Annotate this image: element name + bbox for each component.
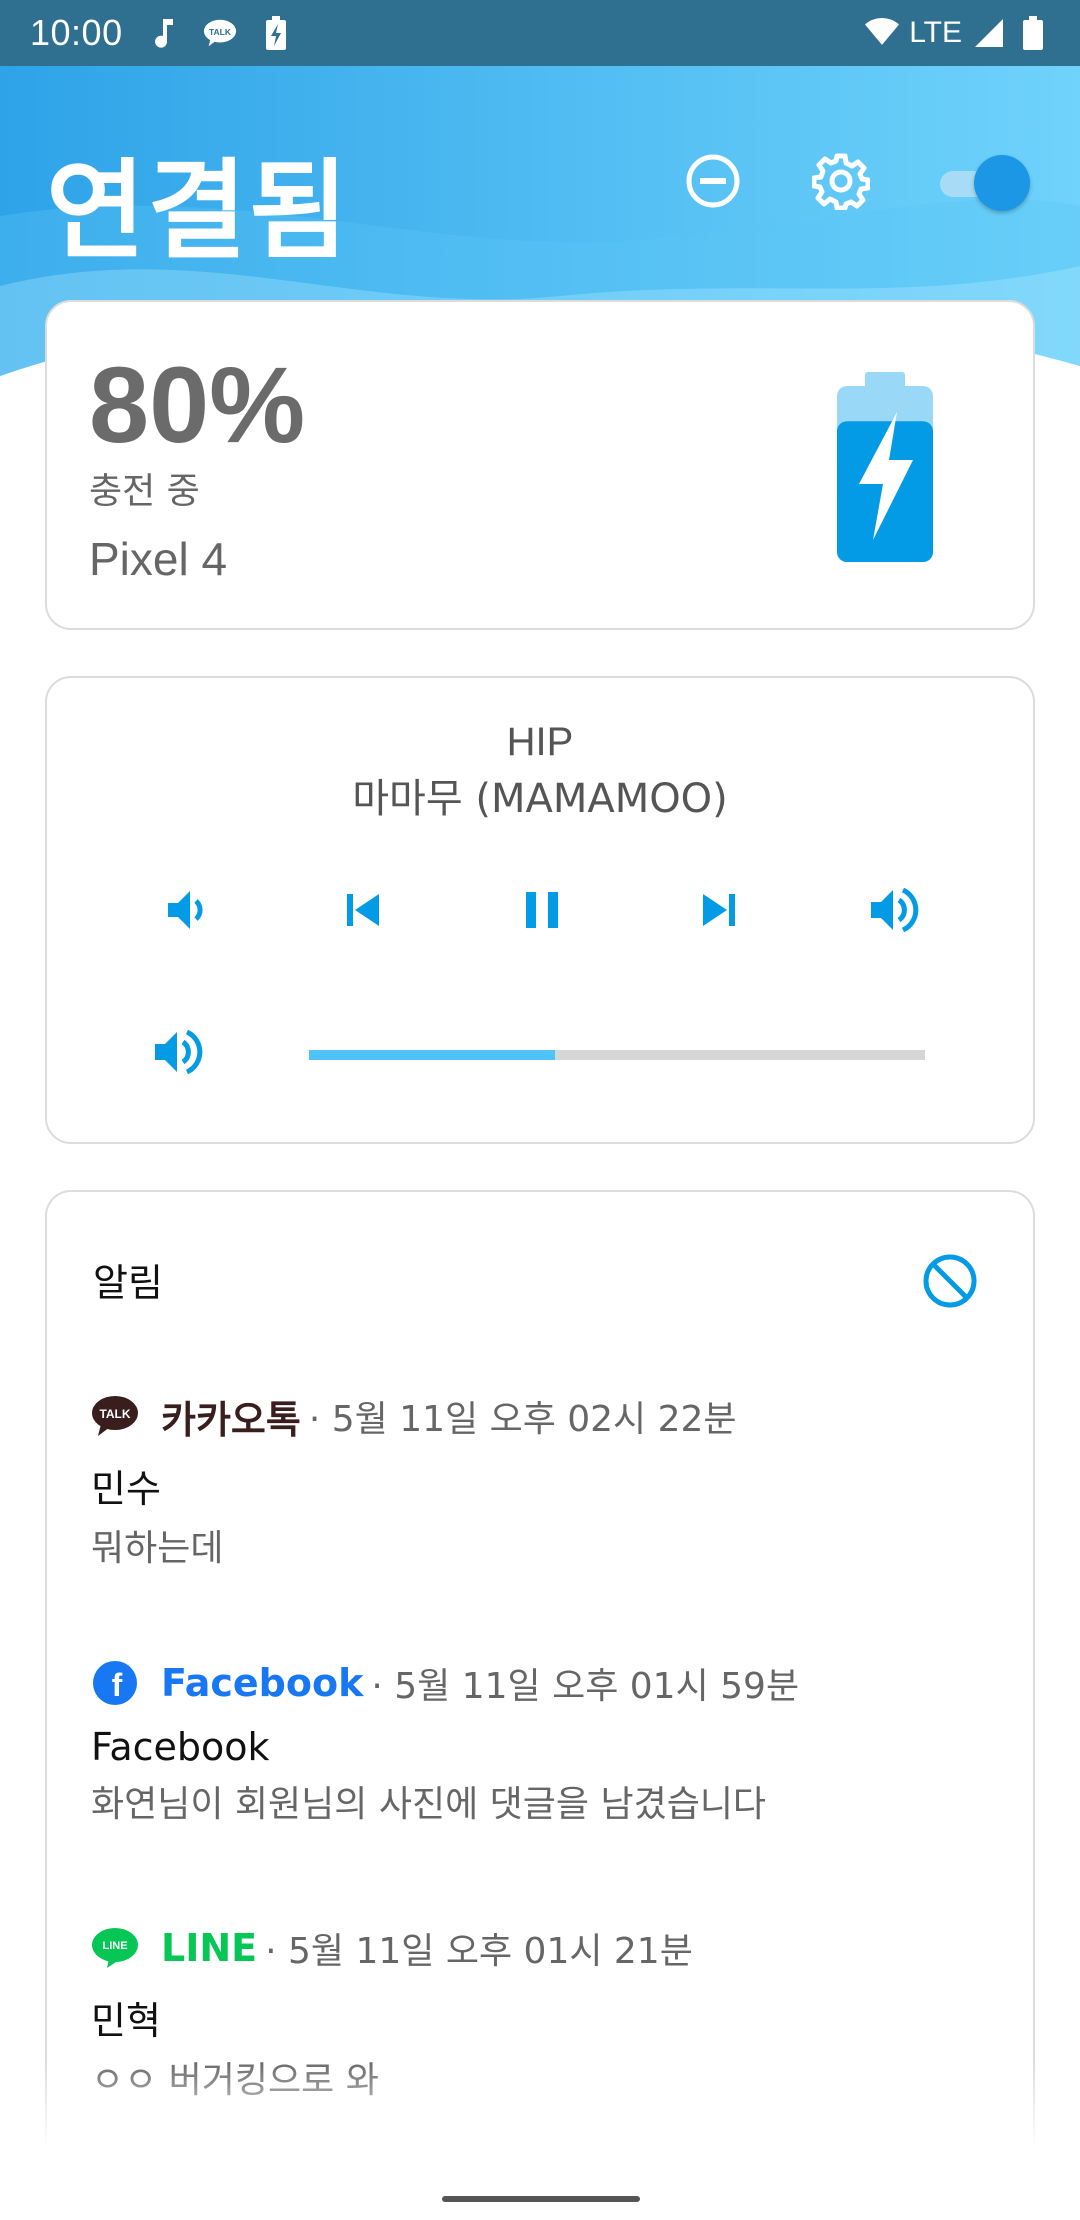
notification-text: 화연님이 회원님의 사진에 댓글을 남겼습니다 [91,1784,767,1825]
wifi-icon [865,16,900,50]
svg-text:TALK: TALK [209,27,232,37]
music-player-card: HIP 마마무 (MAMAMOO) [45,676,1035,1144]
svg-text:TALK: TALK [99,1407,130,1421]
playback-controls [47,878,1033,948]
block-notifications-icon[interactable] [921,1252,979,1310]
facebook-icon: f [91,1659,139,1707]
status-time: 10:00 [30,12,123,53]
notification-title: 민혁 [91,1999,161,2043]
connection-status-title: 연결됨 [46,149,351,274]
volume-row [47,1018,1033,1088]
notification-meta: LINE LINE · 5월 11일 오후 01시 21분 [91,1920,991,1976]
svg-text:LINE: LINE [102,1940,127,1952]
battery-charging-icon [837,372,933,562]
notification-app-name: Facebook [161,1661,364,1705]
notification-meta: TALK 카카오톡 · 5월 11일 오후 02시 22분 [91,1388,991,1444]
battery-percent: 80% [89,344,306,465]
service-toggle-switch[interactable] [940,155,1030,211]
toggle-thumb [974,155,1030,211]
volume-icon [147,1020,211,1084]
svg-text:f: f [112,1667,123,1703]
network-type: LTE [909,16,962,49]
status-bar: 10:00 TALK LTE [0,0,1080,66]
battery-card: 80% 충전 중 Pixel 4 [45,300,1035,630]
notification-title: 민수 [91,1467,161,1511]
notification-meta: f Facebook · 5월 11일 오후 01시 59분 [91,1655,991,1711]
pause-icon[interactable] [510,878,574,942]
notification-item[interactable]: f Facebook · 5월 11일 오후 01시 59분 Facebook … [91,1655,991,1827]
volume-down-icon[interactable] [155,878,219,942]
battery-icon [1016,16,1050,50]
volume-slider[interactable] [309,1050,925,1060]
status-notification-icons: TALK [147,16,293,50]
notification-text: 뭐하는데 [91,1528,224,1569]
volume-up-icon[interactable] [863,878,927,942]
gesture-nav-handle[interactable] [442,2196,640,2202]
notification-app-name: LINE [161,1926,258,1970]
kakaotalk-icon: TALK [91,1392,139,1440]
status-system-icons: LTE [865,16,1050,50]
do-not-disturb-icon[interactable] [684,152,742,214]
music-note-icon [147,16,181,50]
gear-icon[interactable] [811,152,871,214]
skip-previous-icon[interactable] [331,878,395,942]
kakaotalk-talk-icon: TALK [203,16,237,50]
notification-title: Facebook [91,1725,270,1769]
notification-time: · 5월 11일 오후 02시 22분 [308,1399,737,1440]
skip-next-icon[interactable] [687,878,751,942]
song-artist: 마마무 (MAMAMOO) [352,776,728,822]
notifications-header: 알림 [93,1261,163,1305]
notification-time: · 5월 11일 오후 01시 21분 [265,1931,693,1972]
song-title: HIP [506,720,574,764]
signal-icon [972,16,1006,50]
header-actions [684,152,1030,214]
notification-time: · 5월 11일 오후 01시 59분 [371,1666,800,1707]
line-icon: LINE [91,1924,139,1972]
device-name: Pixel 4 [89,533,228,585]
notification-app-name: 카카오톡 [161,1397,301,1442]
volume-slider-fill [309,1050,556,1060]
battery-status: 충전 중 [89,471,200,512]
notification-item[interactable]: TALK 카카오톡 · 5월 11일 오후 02시 22분 민수 뭐하는데 [91,1388,991,1571]
battery-charging-small-icon [259,16,293,50]
